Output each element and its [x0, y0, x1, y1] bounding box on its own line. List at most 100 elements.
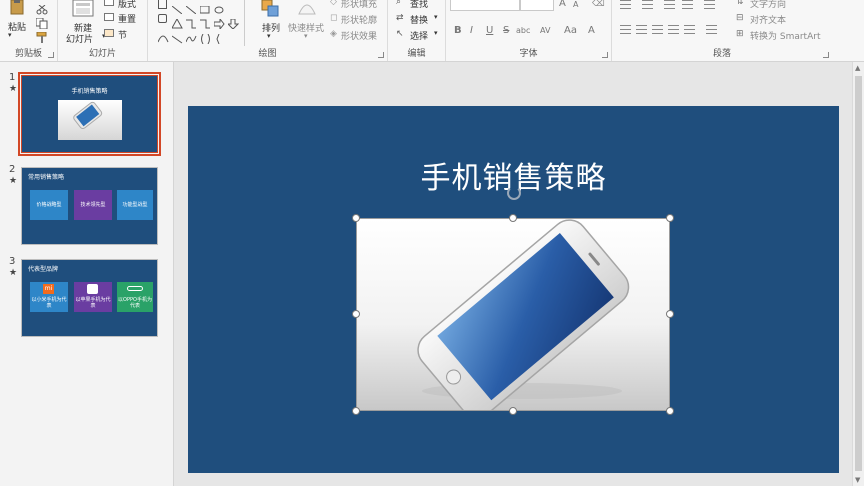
align-center-icon[interactable] [636, 25, 647, 34]
editing-group: ⌕ 查找 ⇄ 替换 ▾ ↖ 选择 ▾ 编辑 [388, 0, 446, 61]
bullets-icon[interactable] [620, 0, 631, 9]
resize-handle-bottom-right[interactable] [666, 407, 674, 415]
bold-button[interactable]: B [454, 25, 462, 36]
find-icon[interactable]: ⌕ [396, 0, 401, 7]
thumb-tile: 价格战略型 [30, 190, 68, 220]
thumb-tile: 功能型战型 [117, 190, 153, 220]
text-direction-button[interactable]: 文字方向 [750, 0, 786, 10]
shape-fill-button[interactable]: 形状填充 [341, 0, 377, 10]
paragraph-group-label: 段落 [712, 49, 731, 59]
slide-canvas[interactable]: 手机销售策略 [188, 106, 839, 473]
strikethrough-button[interactable]: S [503, 25, 509, 36]
clipboard-launcher-icon[interactable] [48, 52, 54, 58]
select-icon[interactable]: ↖ [396, 29, 404, 39]
align-right-icon[interactable] [652, 25, 663, 34]
line-spacing-icon[interactable] [704, 0, 715, 9]
rotate-handle-icon[interactable] [507, 186, 521, 200]
find-button[interactable]: 查找 [410, 0, 428, 10]
resize-handle-top-left[interactable] [352, 214, 360, 222]
shapes-scroll-icon[interactable] [244, 0, 252, 46]
slide-number: 3 [9, 256, 16, 267]
section-button[interactable]: 节 [118, 28, 127, 41]
text-shadow-button[interactable]: abc [516, 26, 530, 35]
reset-icon[interactable] [104, 13, 114, 21]
align-text-icon[interactable]: ⊟ [736, 13, 744, 23]
thumb-tile-label: 以小米手机为代表 [31, 297, 67, 309]
scrollbar-thumb[interactable] [855, 76, 862, 471]
font-color-button[interactable]: A [588, 25, 595, 36]
resize-handle-bottom-left[interactable] [352, 407, 360, 415]
select-dropdown-icon[interactable]: ▾ [434, 29, 438, 37]
increase-indent-icon[interactable] [682, 0, 693, 9]
layout-icon[interactable] [104, 0, 114, 6]
shape-effects-icon[interactable]: ◈ [330, 29, 337, 39]
slide-thumbnail-1[interactable]: 手机销售策略 [18, 72, 161, 156]
new-slide-icon[interactable] [72, 0, 94, 22]
arrange-button[interactable]: 排列 [262, 21, 280, 34]
change-case-button[interactable]: Aa [564, 25, 577, 36]
reset-button[interactable]: 重置 [118, 12, 136, 25]
layout-button[interactable]: 版式 [118, 0, 136, 10]
animation-marker: ★ [9, 84, 18, 94]
quick-styles-dropdown-icon[interactable]: ▾ [304, 32, 308, 40]
columns-icon[interactable] [706, 25, 717, 34]
replace-icon[interactable]: ⇄ [396, 13, 404, 23]
paste-icon[interactable] [8, 0, 26, 16]
thumb-tile: 以OPPO手机为代表 [117, 282, 153, 312]
shape-outline-icon[interactable]: ◻ [330, 13, 337, 23]
phone-picture[interactable] [356, 218, 670, 411]
resize-handle-top[interactable] [509, 214, 517, 222]
text-direction-icon[interactable]: ⇅ [736, 0, 744, 7]
distributed-icon[interactable] [684, 25, 695, 34]
clear-format-icon[interactable]: ⌫ [592, 0, 605, 9]
drawing-group-label: 绘图 [258, 49, 277, 59]
grow-font-button[interactable]: A [559, 0, 566, 9]
shape-fill-icon[interactable]: ◇ [330, 0, 337, 7]
numbering-icon[interactable] [642, 0, 653, 9]
slide-thumbnail-2[interactable]: 常用销售策略 价格战略型 技术领先型 功能型战型 [21, 167, 158, 245]
new-slide-label-2[interactable]: 幻灯片 [66, 32, 93, 45]
resize-handle-right[interactable] [666, 310, 674, 318]
paragraph-launcher-icon[interactable] [823, 52, 829, 58]
underline-button[interactable]: U [486, 25, 493, 36]
slides-group-label: 幻灯片 [88, 49, 116, 59]
arrange-icon[interactable] [260, 0, 280, 22]
scroll-up-icon[interactable]: ▲ [855, 64, 860, 72]
animation-marker: ★ [9, 268, 18, 278]
replace-dropdown-icon[interactable]: ▾ [434, 13, 438, 21]
vertical-scrollbar[interactable]: ▲ ▼ [852, 62, 864, 486]
apple-logo-icon [87, 284, 98, 294]
resize-handle-bottom[interactable] [509, 407, 517, 415]
slide-thumbnail-3[interactable]: 代表型品牌 mi 以小米手机为代表 以苹果手机为代表 以OPPO手机为代表 [21, 259, 158, 337]
resize-handle-top-right[interactable] [666, 214, 674, 222]
rectangle-shape-icon[interactable] [158, 0, 167, 9]
resize-handle-left[interactable] [352, 310, 360, 318]
font-size-input[interactable] [520, 0, 554, 11]
font-group: A A ⌫ B I U S abc AV Aa A 字体 [446, 0, 612, 61]
section-icon[interactable] [104, 29, 114, 37]
quick-styles-icon[interactable] [296, 0, 318, 22]
ribbon: 粘贴 ▾ 剪贴板 新建 幻灯片 ▾ 版式 重置 节 幻灯片 [0, 0, 864, 62]
convert-smartart-button[interactable]: 转换为 SmartArt [750, 29, 820, 42]
drawing-launcher-icon[interactable] [378, 52, 384, 58]
scroll-down-icon[interactable]: ▼ [855, 476, 860, 484]
align-left-icon[interactable] [620, 25, 631, 34]
rounded-rect-shape-icon[interactable] [158, 14, 167, 23]
paste-dropdown-icon[interactable]: ▾ [8, 31, 12, 39]
font-name-input[interactable] [450, 0, 520, 11]
shape-outline-button[interactable]: 形状轮廓 [341, 13, 377, 26]
italic-button[interactable]: I [470, 25, 473, 36]
select-button[interactable]: 选择 [410, 29, 428, 42]
shrink-font-button[interactable]: A [573, 0, 578, 9]
arrange-dropdown-icon[interactable]: ▾ [267, 32, 271, 40]
char-spacing-button[interactable]: AV [540, 26, 550, 35]
replace-button[interactable]: 替换 [410, 13, 428, 26]
drawing-group: 排列 ▾ 快速样式 ▾ ◇ 形状填充 ◻ 形状轮廓 ◈ 形状效果 绘图 [148, 0, 388, 61]
smartart-icon[interactable]: ⊞ [736, 29, 744, 39]
decrease-indent-icon[interactable] [664, 0, 675, 9]
shape-effects-button[interactable]: 形状效果 [341, 29, 377, 42]
font-launcher-icon[interactable] [602, 52, 608, 58]
align-text-button[interactable]: 对齐文本 [750, 13, 786, 26]
justify-icon[interactable] [668, 25, 679, 34]
down-arrow-shape-icon[interactable] [226, 14, 240, 33]
